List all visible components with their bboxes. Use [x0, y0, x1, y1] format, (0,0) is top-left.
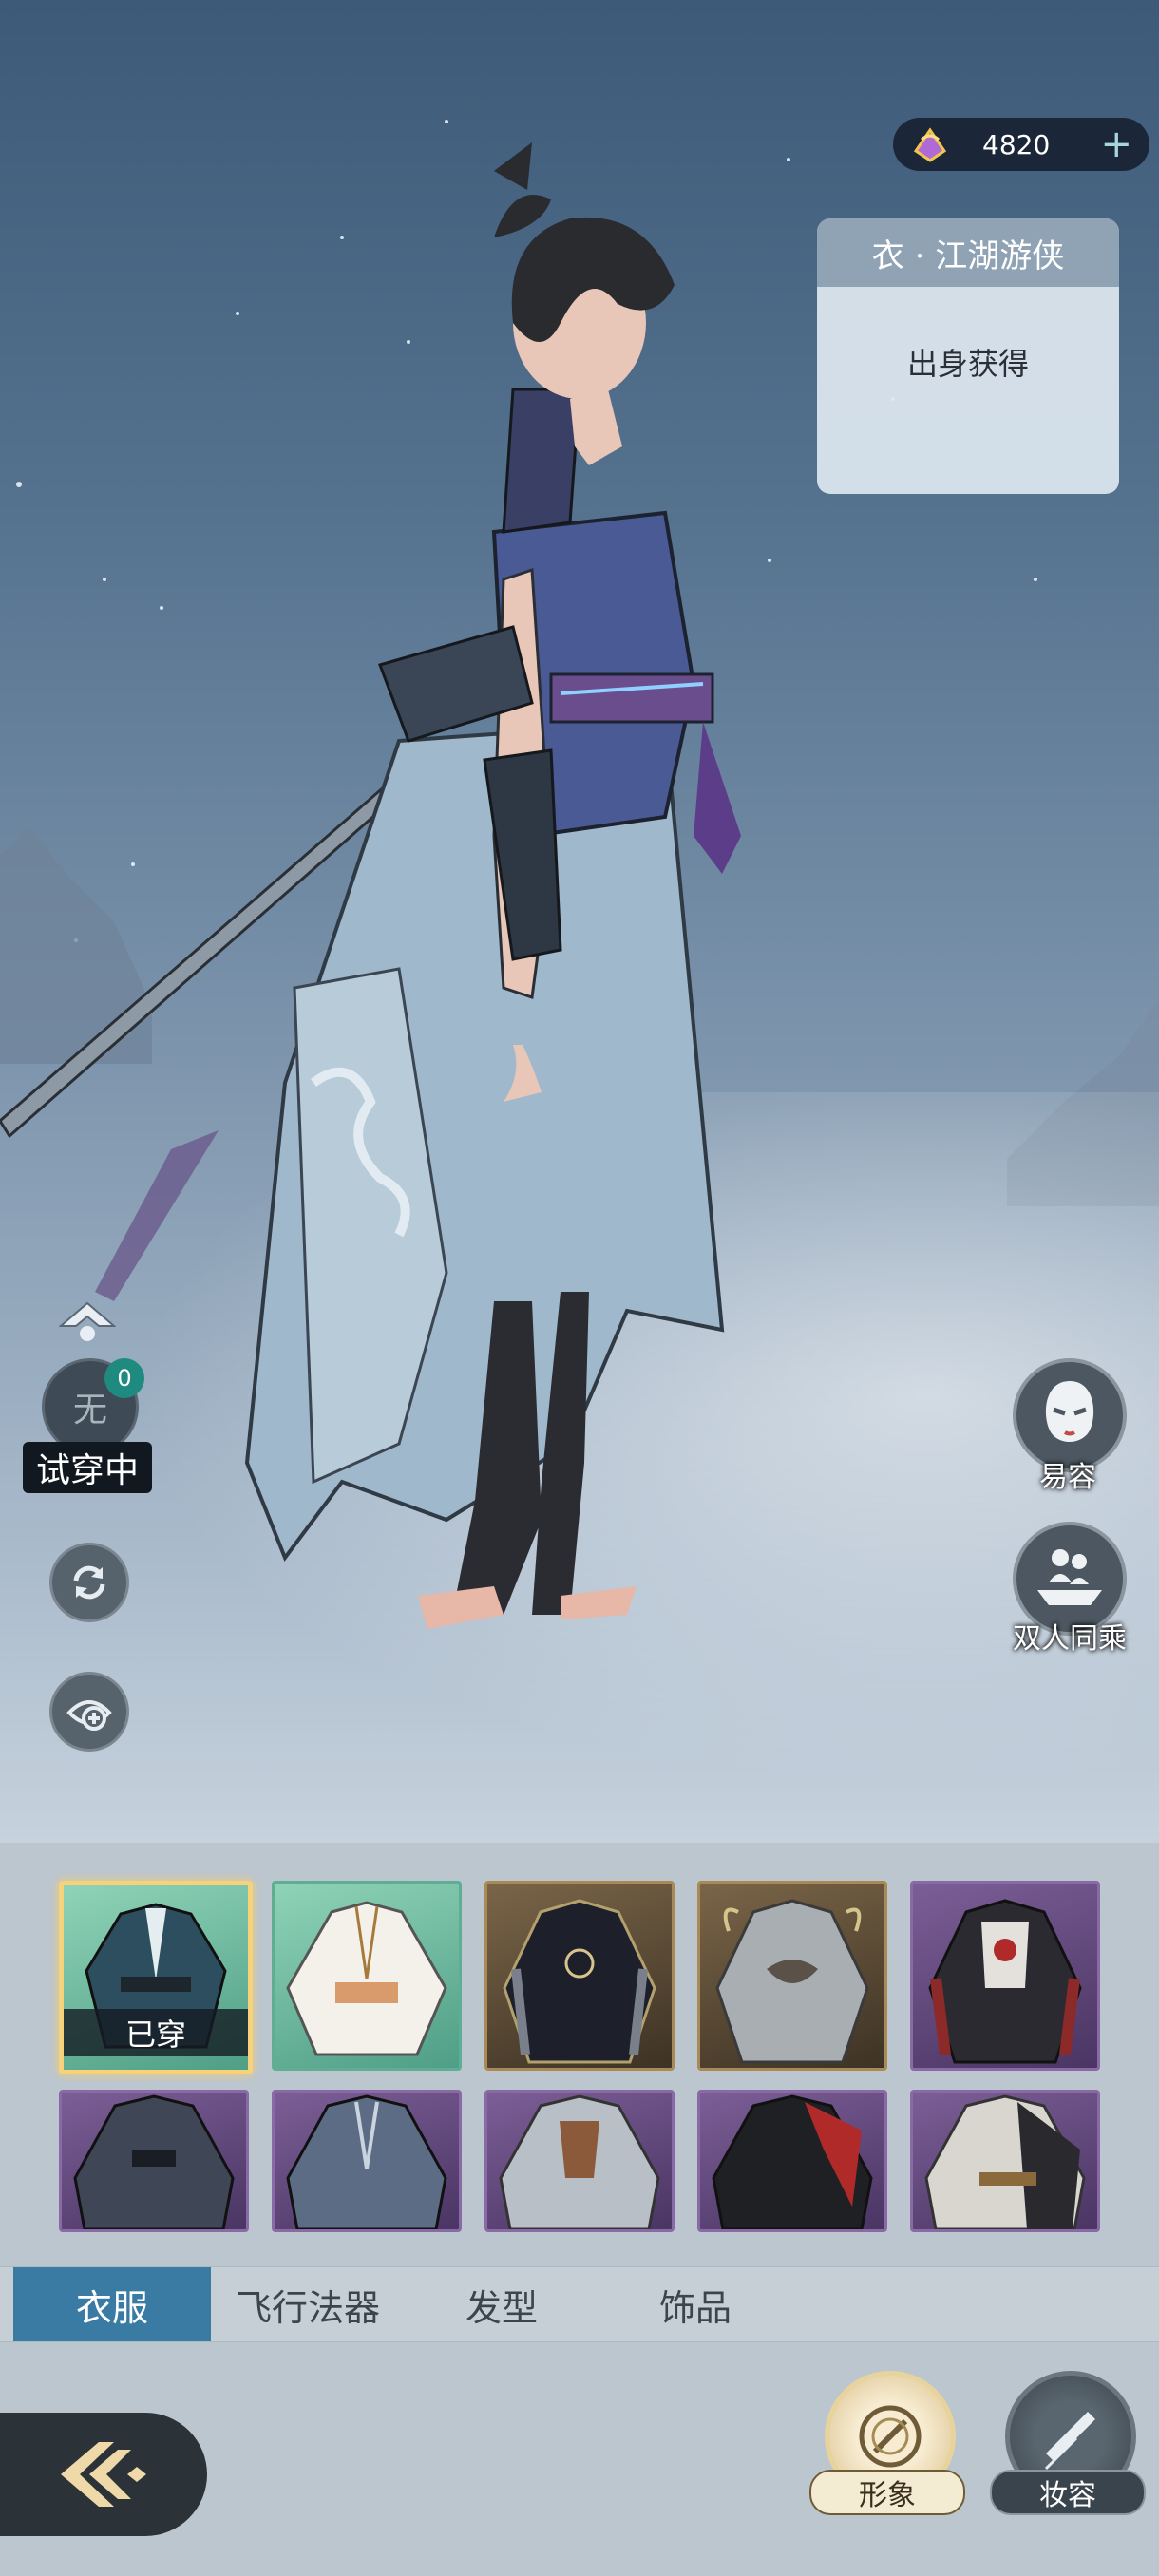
- rotate-icon: [73, 1565, 105, 1600]
- double-ride-label: 双人同乘: [1013, 1622, 1127, 1656]
- category-tabs: 衣服 飞行法器 发型 饰品: [0, 2266, 1159, 2342]
- outfit-tile-5[interactable]: [910, 1881, 1100, 2071]
- appearance-icon: [859, 2405, 922, 2468]
- trial-count-badge: 0: [104, 1358, 144, 1398]
- outfit-tile-3[interactable]: [484, 1881, 674, 2071]
- item-title: 衣 · 江湖游侠: [817, 218, 1119, 287]
- zoom-button[interactable]: [49, 1672, 129, 1752]
- robe-icon: [715, 1899, 869, 2064]
- makeup-label: 妆容: [990, 2470, 1146, 2515]
- outfit-tile-7[interactable]: [272, 2090, 462, 2232]
- outfit-tile-4[interactable]: [697, 1881, 887, 2071]
- mask-face-icon: [1045, 1381, 1094, 1442]
- currency-display: 4820 +: [893, 118, 1150, 171]
- currency-amount: 4820: [982, 128, 1051, 161]
- robe-icon: [499, 2094, 660, 2229]
- outfit-tile-8[interactable]: [484, 2090, 674, 2232]
- tab-hairstyle[interactable]: 发型: [408, 2267, 595, 2341]
- double-ride-icon: [1037, 1549, 1102, 1605]
- back-button[interactable]: [0, 2413, 207, 2536]
- outfit-tile-6[interactable]: [59, 2090, 249, 2232]
- robe-icon: [286, 1901, 447, 2056]
- add-currency-button[interactable]: +: [1100, 125, 1132, 163]
- rotate-button[interactable]: [49, 1543, 129, 1622]
- item-source: 出身获得: [906, 346, 1029, 382]
- comb-icon: [1044, 2412, 1095, 2471]
- tab-clothing[interactable]: 衣服: [13, 2267, 211, 2341]
- trial-slot-text: 无: [72, 1391, 107, 1430]
- robe-icon: [924, 2094, 1086, 2229]
- zoom-in-icon: [66, 1700, 112, 1731]
- worn-label: 已穿: [64, 2009, 248, 2056]
- jade-gem-icon: [913, 127, 947, 162]
- robe-icon: [712, 2094, 873, 2229]
- appearance-label: 形象: [809, 2470, 965, 2515]
- outfit-tile-1[interactable]: 已穿: [59, 1881, 253, 2074]
- outfit-tile-9[interactable]: [697, 2090, 887, 2232]
- outfit-tile-10[interactable]: [910, 2090, 1100, 2232]
- robe-icon: [503, 1899, 656, 2064]
- back-arrow-icon: [61, 2442, 146, 2507]
- face-change-label: 易容: [1039, 1461, 1096, 1494]
- trial-status-label: 试穿中: [23, 1442, 152, 1493]
- tab-flying-artifact[interactable]: 飞行法器: [215, 2267, 401, 2341]
- outfit-tile-2[interactable]: [272, 1881, 462, 2071]
- up-arrow-icon[interactable]: [59, 1301, 116, 1345]
- robe-icon: [73, 2094, 235, 2229]
- tab-accessories[interactable]: 饰品: [602, 2267, 788, 2341]
- robe-icon: [928, 1899, 1082, 2064]
- item-info-card: 衣 · 江湖游侠 出身获得: [817, 218, 1119, 494]
- robe-icon: [286, 2094, 447, 2229]
